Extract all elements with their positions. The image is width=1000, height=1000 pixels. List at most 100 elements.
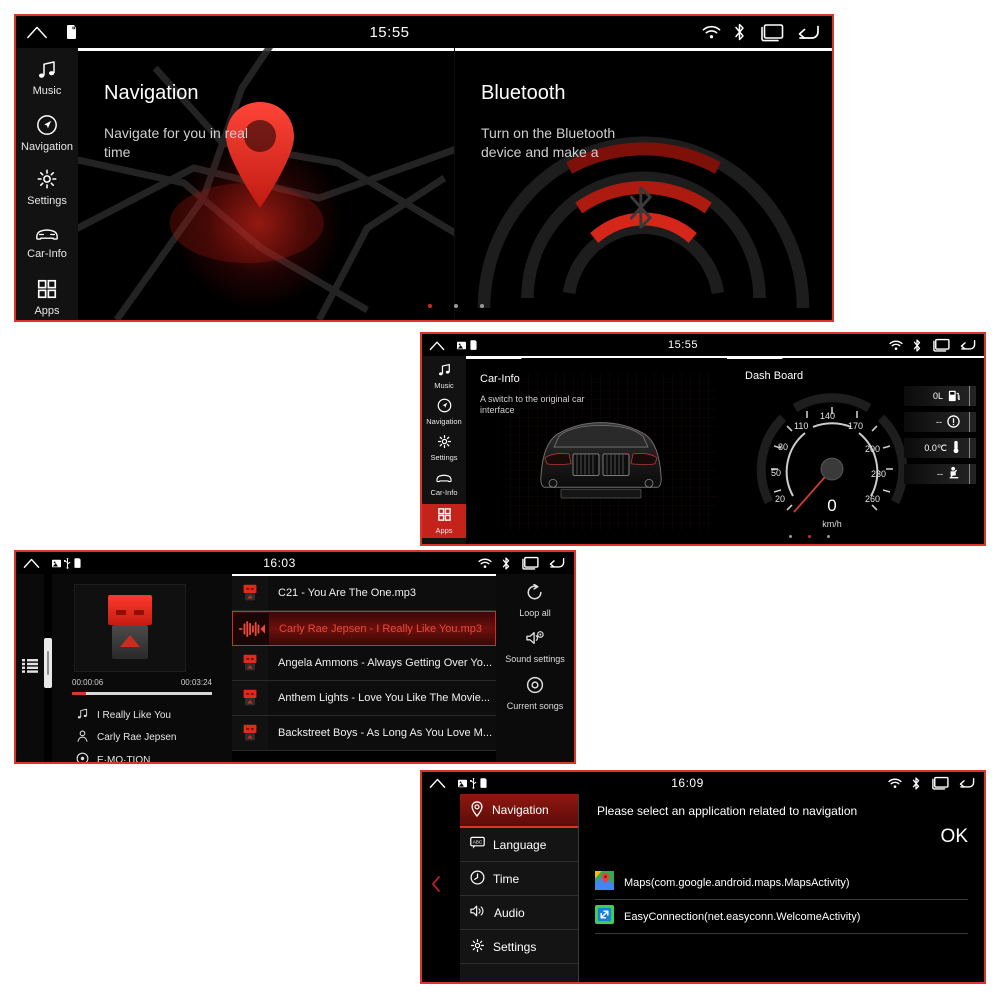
app-row-maps[interactable]: Maps(com.google.android.maps.MapsActivit… bbox=[595, 866, 968, 900]
dash-pager bbox=[789, 535, 830, 538]
track-thumb bbox=[232, 716, 268, 750]
home-icon[interactable] bbox=[23, 557, 40, 569]
gear-icon bbox=[470, 938, 485, 956]
track-thumb bbox=[232, 646, 268, 680]
card-car-info[interactable]: Car-Info A switch to the original car in… bbox=[466, 356, 727, 544]
track-name: Angela Ammons - Always Getting Over Yo..… bbox=[278, 657, 492, 669]
settings-item-navigation[interactable]: Navigation bbox=[460, 794, 578, 828]
wifi-icon[interactable] bbox=[888, 778, 902, 789]
track-name: Anthem Lights - Love You Like The Movie.… bbox=[278, 692, 490, 704]
card-navigation[interactable]: Navigation Navigate for you in real time bbox=[78, 48, 455, 320]
recents-icon[interactable] bbox=[931, 338, 950, 352]
wifi-icon[interactable] bbox=[889, 340, 903, 351]
bluetooth-icon[interactable] bbox=[911, 776, 921, 790]
recents-icon[interactable] bbox=[520, 556, 539, 570]
back-icon[interactable] bbox=[548, 556, 565, 570]
settings-item-audio[interactable]: Audio bbox=[460, 896, 578, 930]
current-songs-icon bbox=[526, 676, 544, 699]
back-icon[interactable] bbox=[796, 23, 820, 42]
option-label: Sound settings bbox=[505, 654, 565, 664]
home-icon[interactable] bbox=[429, 340, 445, 351]
card-subtitle: A switch to the original car interface bbox=[480, 394, 585, 416]
music-panel: 16:03 00:00:06 00:03:24 I Really Like Yo… bbox=[14, 550, 576, 764]
sidebar-item-car-info[interactable]: Car-Info bbox=[422, 468, 466, 500]
playlist-toggle-strip[interactable] bbox=[16, 574, 44, 762]
playlist[interactable]: C21 - You Are The One.mp3 Carly Rae Jeps… bbox=[232, 574, 496, 762]
gear-icon bbox=[437, 434, 452, 451]
indicator-tire-pressure: -- bbox=[904, 412, 976, 432]
sidebar-item-settings[interactable]: Settings bbox=[16, 166, 78, 211]
settings-item-label: Navigation bbox=[492, 803, 549, 817]
app-row-easyconnection[interactable]: EasyConnection(net.easyconn.WelcomeActiv… bbox=[595, 900, 968, 934]
settings-item-settings[interactable]: Settings bbox=[460, 930, 578, 964]
wifi-icon[interactable] bbox=[702, 25, 721, 40]
bluetooth-icon[interactable] bbox=[912, 338, 922, 352]
track-row[interactable]: Anthem Lights - Love You Like The Movie.… bbox=[232, 681, 496, 716]
meta-title-row: I Really Like You bbox=[76, 708, 226, 723]
back-icon[interactable] bbox=[958, 776, 975, 790]
recents-icon[interactable] bbox=[758, 23, 784, 42]
car-icon bbox=[34, 225, 60, 246]
sidebar-item-apps[interactable]: Apps bbox=[422, 504, 466, 538]
bluetooth-icon[interactable] bbox=[733, 23, 746, 41]
pager-dot[interactable] bbox=[428, 304, 432, 308]
tire-pressure-icon bbox=[947, 414, 960, 430]
wifi-icon[interactable] bbox=[478, 558, 492, 569]
track-title: I Really Like You bbox=[97, 710, 171, 721]
abc-keyboard-icon: ABC bbox=[470, 836, 485, 853]
chevron-left-icon[interactable] bbox=[431, 876, 441, 895]
home-icon[interactable] bbox=[429, 777, 446, 789]
card-bluetooth[interactable]: Bluetooth Turn on the Bluetooth device a… bbox=[455, 48, 832, 320]
indicator-value: -- bbox=[936, 417, 942, 427]
drag-handle[interactable] bbox=[44, 638, 52, 688]
track-row[interactable]: Backstreet Boys - As Long As You Love M.… bbox=[232, 716, 496, 751]
album-art bbox=[74, 584, 186, 672]
dash-indicators: 0L -- 0.0℃ -- bbox=[904, 386, 976, 484]
settings-item-label: Settings bbox=[493, 939, 537, 954]
status-clock: 15:55 bbox=[369, 23, 410, 41]
track-row[interactable]: Carly Rae Jepsen - I Really Like You.mp3 bbox=[232, 611, 496, 646]
tick-260: 260 bbox=[865, 494, 880, 504]
status-bar: 16:03 bbox=[16, 552, 574, 574]
card-title: Bluetooth bbox=[481, 82, 566, 104]
track-row[interactable]: Angela Ammons - Always Getting Over Yo..… bbox=[232, 646, 496, 681]
pager-dot[interactable] bbox=[454, 304, 458, 308]
pager-dot[interactable] bbox=[827, 535, 830, 538]
settings-hint: Please select an application related to … bbox=[597, 804, 858, 818]
back-icon[interactable] bbox=[959, 338, 976, 352]
indicator-fuel: 0L bbox=[904, 386, 976, 406]
pager-dot[interactable] bbox=[808, 535, 811, 538]
settings-item-language[interactable]: ABC Language bbox=[460, 828, 578, 862]
sd-card-icon bbox=[457, 341, 466, 350]
sidebar-item-music[interactable]: Music bbox=[16, 56, 78, 101]
location-pin-icon bbox=[470, 800, 484, 820]
settings-item-label: Time bbox=[493, 871, 520, 886]
progress-bar[interactable] bbox=[72, 692, 212, 695]
pager-dot[interactable] bbox=[789, 535, 792, 538]
sidebar-item-navigation[interactable]: Navigation bbox=[16, 111, 78, 156]
card-dash-board[interactable]: Dash Board 20 50 80 110 140 170 200 230 … bbox=[727, 356, 984, 544]
lock-icon bbox=[480, 778, 487, 788]
recents-icon[interactable] bbox=[930, 776, 949, 790]
sidebar-item-settings[interactable]: Settings bbox=[422, 432, 466, 464]
sidebar-item-car-info[interactable]: Car-Info bbox=[16, 220, 78, 265]
settings-item-time[interactable]: Time bbox=[460, 862, 578, 896]
pager-dot[interactable] bbox=[480, 304, 484, 308]
tick-20: 20 bbox=[775, 494, 785, 504]
sidebar-item-apps[interactable]: Apps bbox=[16, 275, 78, 320]
option-sound-settings[interactable]: Sound settings bbox=[496, 630, 574, 664]
track-row[interactable]: C21 - You Are The One.mp3 bbox=[232, 576, 496, 611]
option-current-songs[interactable]: Current songs bbox=[496, 676, 574, 711]
option-loop-all[interactable]: Loop all bbox=[496, 583, 574, 618]
ok-button[interactable]: OK bbox=[941, 826, 968, 848]
bluetooth-icon[interactable] bbox=[501, 556, 511, 570]
sidebar-item-music[interactable]: Music bbox=[422, 360, 466, 392]
sidebar-item-navigation[interactable]: Navigation bbox=[422, 396, 466, 428]
list-icon[interactable] bbox=[22, 658, 38, 678]
car-icon bbox=[435, 472, 453, 486]
sidebar-label: Apps bbox=[34, 305, 60, 318]
tick-110: 110 bbox=[794, 421, 808, 431]
player-options: Loop all Sound settings Current songs bbox=[496, 574, 574, 762]
indicator-value: 0L bbox=[932, 391, 943, 401]
home-icon[interactable] bbox=[26, 24, 48, 40]
